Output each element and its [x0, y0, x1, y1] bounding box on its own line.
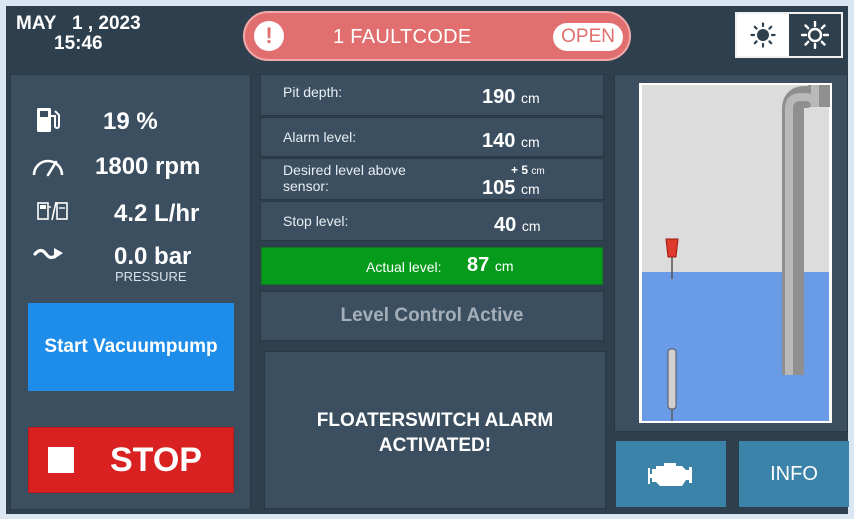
- fuel-value: 19 %: [103, 108, 158, 135]
- alarm-level-row: Alarm level: 140 cm: [260, 117, 604, 157]
- actual-level-unit: cm: [494, 258, 514, 274]
- stop-square-icon: [48, 447, 74, 473]
- actual-level-value: 87 cm: [467, 254, 513, 277]
- info-button[interactable]: INFO: [739, 441, 849, 507]
- stop-level-unit: cm: [521, 218, 541, 234]
- tank-illustration: [639, 83, 832, 423]
- stop-level-number: 40: [494, 214, 517, 236]
- consumption-stat: 4.2 L/hr: [11, 188, 252, 228]
- hmi-screen: MAY 1 , 2023 15:46 ! 1 FAULTCODE OPEN 19…: [6, 6, 849, 514]
- fault-open-button[interactable]: OPEN: [553, 23, 623, 51]
- brightness-down-button[interactable]: [737, 14, 789, 56]
- actual-level-bar: Actual level: 87 cm: [261, 247, 603, 285]
- tank-panel: [614, 74, 848, 432]
- stop-label: STOP: [110, 440, 202, 479]
- fault-banner[interactable]: ! 1 FAULTCODE OPEN: [243, 11, 631, 61]
- alarm-level-number: 140: [482, 130, 516, 152]
- pit-depth-label: Pit depth:: [283, 84, 343, 100]
- stop-level-label: Stop level:: [283, 213, 349, 229]
- rpm-stat: 1800 rpm: [11, 141, 252, 181]
- exclamation-icon: !: [254, 21, 284, 51]
- brightness-toggle: [735, 12, 843, 58]
- actual-level-label: Actual level:: [366, 259, 442, 275]
- stop-level-row: Stop level: 40 cm: [260, 201, 604, 241]
- brightness-up-button[interactable]: [789, 14, 841, 56]
- desired-level-number: 105: [482, 177, 516, 199]
- stop-level-value: 40 cm: [494, 214, 540, 237]
- engine-icon: [648, 463, 692, 486]
- desired-level-value: 105 cm: [482, 177, 540, 200]
- pit-depth-number: 190: [482, 86, 516, 108]
- rpm-value: 1800 rpm: [95, 153, 201, 180]
- pit-depth-unit: cm: [520, 90, 540, 106]
- consumption-value: 4.2 L/hr: [114, 200, 200, 227]
- pit-depth-row: Pit depth: 190 cm: [260, 74, 604, 116]
- time-label: 15:46: [54, 33, 103, 54]
- desired-level-label: Desired level above sensor:: [283, 162, 406, 194]
- alarm-level-unit: cm: [520, 134, 540, 150]
- desired-level-offset-number: + 5: [511, 163, 529, 177]
- fuel-pump-icon: [37, 108, 60, 132]
- gauge-icon: [32, 159, 64, 177]
- alarm-message-line1: FLOATERSWITCH ALARM: [316, 410, 554, 431]
- start-vacuumpump-button[interactable]: Start Vacuumpump: [28, 303, 234, 391]
- desired-level-offset-unit: cm: [531, 166, 545, 177]
- desired-level-unit: cm: [520, 181, 540, 197]
- alarm-message-line2: ACTIVATED!: [378, 435, 492, 456]
- alarm-level-label: Alarm level:: [283, 129, 357, 145]
- pressure-value: 0.0 bar: [114, 243, 192, 270]
- pressure-trend-icon: [33, 248, 63, 260]
- date-time: MAY 1 , 2023 15:46: [16, 14, 141, 54]
- fault-text: 1 FAULTCODE: [333, 26, 472, 48]
- desired-level-label-line2: sensor:: [283, 178, 329, 194]
- engine-button[interactable]: [616, 441, 726, 507]
- fuel-consumption-icon: [37, 201, 68, 221]
- level-control-status: Level Control Active: [260, 291, 604, 341]
- desired-level-label-line1: Desired level above: [283, 162, 406, 178]
- pressure-label: PRESSURE: [115, 269, 187, 284]
- alarm-message-panel: FLOATERSWITCH ALARM ACTIVATED!: [264, 351, 606, 509]
- date-label: MAY 1 , 2023: [16, 13, 141, 34]
- stop-button[interactable]: STOP: [28, 427, 234, 493]
- pressure-stat: 0.0 bar PRESSURE: [11, 233, 252, 287]
- pit-depth-value: 190 cm: [482, 86, 540, 109]
- sun-large-icon: [801, 21, 829, 49]
- actual-level-number: 87: [467, 254, 490, 276]
- fuel-stat: 19 %: [11, 98, 252, 138]
- sun-small-icon: [750, 22, 776, 48]
- desired-level-row[interactable]: Desired level above sensor: + 5 cm 105 c…: [260, 158, 604, 200]
- desired-level-offset: + 5 cm: [511, 163, 545, 177]
- alarm-level-value: 140 cm: [482, 130, 540, 153]
